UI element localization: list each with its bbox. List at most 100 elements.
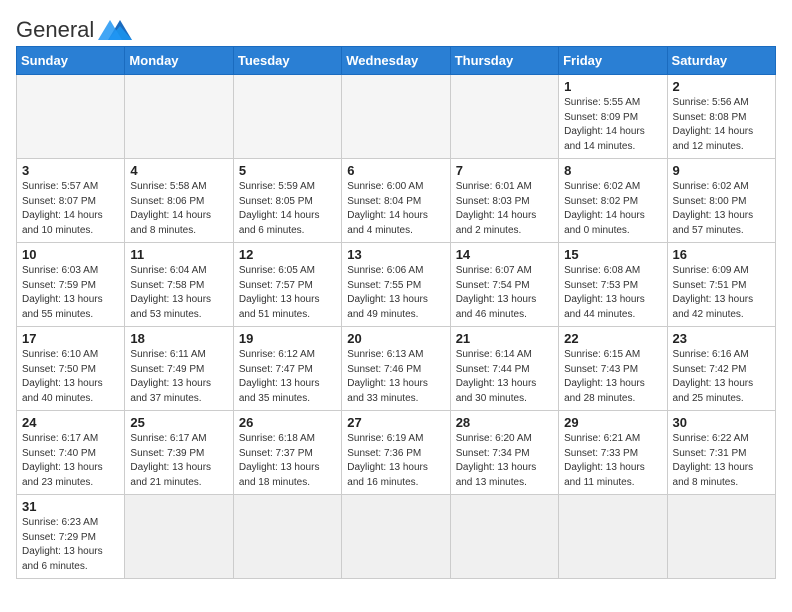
day-number: 1 (564, 79, 661, 94)
day-number: 30 (673, 415, 770, 430)
day-info: Sunrise: 6:03 AMSunset: 7:59 PMDaylight:… (22, 264, 119, 322)
day-info: Sunrise: 6:18 AMSunset: 7:37 PMDaylight:… (239, 432, 336, 490)
day-number: 14 (456, 247, 553, 262)
day-cell: 7 Sunrise: 6:01 AMSunset: 8:03 PMDaylight… (450, 159, 558, 243)
day-cell: 1Sunrise: 5:55 AMSunset: 8:09 PMDaylight… (559, 75, 667, 159)
day-info: Sunrise: 6:13 AMSunset: 7:46 PMDaylight:… (347, 348, 444, 406)
day-cell: 4Sunrise: 5:58 AMSunset: 8:06 PMDaylight… (125, 159, 233, 243)
col-header-tuesday: Tuesday (233, 47, 341, 75)
day-info: Sunrise: 5:57 AMSunset: 8:07 PMDaylight:… (22, 180, 119, 238)
day-info: Sunrise: 5:59 AMSunset: 8:05 PMDaylight:… (239, 180, 336, 238)
day-number: 11 (130, 247, 227, 262)
day-info: Sunrise: 5:56 AMSunset: 8:08 PMDaylight:… (673, 96, 770, 154)
day-cell: 9Sunrise: 6:02 AMSunset: 8:00 PMDaylight… (667, 159, 775, 243)
col-header-wednesday: Wednesday (342, 47, 450, 75)
day-cell: 16 Sunrise: 6:09 AMSunset: 7:51 PMDayligh… (667, 243, 775, 327)
day-number: 7 (456, 163, 553, 178)
logo-general: General (16, 17, 94, 43)
day-info: Sunrise: 6:06 AMSunset: 7:55 PMDaylight:… (347, 264, 444, 322)
day-info: Sunrise: 6:17 AMSunset: 7:40 PMDaylight:… (22, 432, 119, 490)
week-row-3: 10 Sunrise: 6:03 AMSunset: 7:59 PMDayligh… (17, 243, 776, 327)
day-cell (342, 495, 450, 579)
day-cell: 3 Sunrise: 5:57 AMSunset: 8:07 PMDaylight… (17, 159, 125, 243)
day-number: 25 (130, 415, 227, 430)
day-cell (450, 75, 558, 159)
day-info: Sunrise: 5:58 AMSunset: 8:06 PMDaylight:… (130, 180, 227, 238)
day-info: Sunrise: 6:22 AMSunset: 7:31 PMDaylight:… (673, 432, 770, 490)
page-header: General (16, 16, 776, 38)
day-info: Sunrise: 6:21 AMSunset: 7:33 PMDaylight:… (564, 432, 661, 490)
day-number: 21 (456, 331, 553, 346)
day-info: Sunrise: 6:04 AMSunset: 7:58 PMDaylight:… (130, 264, 227, 322)
day-cell: 22 Sunrise: 6:15 AMSunset: 7:43 PMDayligh… (559, 327, 667, 411)
day-number: 10 (22, 247, 119, 262)
day-cell: 31 Sunrise: 6:23 AMSunset: 7:29 PMDayligh… (17, 495, 125, 579)
day-info: Sunrise: 6:01 AMSunset: 8:03 PMDaylight:… (456, 180, 553, 238)
day-number: 3 (22, 163, 119, 178)
day-info: Sunrise: 6:23 AMSunset: 7:29 PMDaylight:… (22, 516, 119, 574)
day-cell: 12 Sunrise: 6:05 AMSunset: 7:57 PMDayligh… (233, 243, 341, 327)
day-cell: 8Sunrise: 6:02 AMSunset: 8:02 PMDaylight… (559, 159, 667, 243)
day-cell (125, 495, 233, 579)
day-cell: 11 Sunrise: 6:04 AMSunset: 7:58 PMDayligh… (125, 243, 233, 327)
day-cell: 5 Sunrise: 5:59 AMSunset: 8:05 PMDaylight… (233, 159, 341, 243)
day-number: 26 (239, 415, 336, 430)
week-row-2: 3 Sunrise: 5:57 AMSunset: 8:07 PMDaylight… (17, 159, 776, 243)
day-number: 5 (239, 163, 336, 178)
day-number: 15 (564, 247, 661, 262)
day-number: 31 (22, 499, 119, 514)
day-cell: 28Sunrise: 6:20 AMSunset: 7:34 PMDayligh… (450, 411, 558, 495)
day-number: 17 (22, 331, 119, 346)
calendar-header-row: SundayMondayTuesdayWednesdayThursdayFrid… (17, 47, 776, 75)
day-cell: 25 Sunrise: 6:17 AMSunset: 7:39 PMDayligh… (125, 411, 233, 495)
day-cell: 2 Sunrise: 5:56 AMSunset: 8:08 PMDaylight… (667, 75, 775, 159)
day-number: 19 (239, 331, 336, 346)
day-cell: 21 Sunrise: 6:14 AMSunset: 7:44 PMDayligh… (450, 327, 558, 411)
day-info: Sunrise: 6:14 AMSunset: 7:44 PMDaylight:… (456, 348, 553, 406)
day-info: Sunrise: 6:12 AMSunset: 7:47 PMDaylight:… (239, 348, 336, 406)
day-number: 24 (22, 415, 119, 430)
day-info: Sunrise: 6:09 AMSunset: 7:51 PMDaylight:… (673, 264, 770, 322)
day-cell (233, 495, 341, 579)
day-info: Sunrise: 6:05 AMSunset: 7:57 PMDaylight:… (239, 264, 336, 322)
col-header-thursday: Thursday (450, 47, 558, 75)
day-cell (667, 495, 775, 579)
day-info: Sunrise: 6:15 AMSunset: 7:43 PMDaylight:… (564, 348, 661, 406)
day-cell (233, 75, 341, 159)
day-number: 6 (347, 163, 444, 178)
day-cell (125, 75, 233, 159)
day-cell: 6 Sunrise: 6:00 AMSunset: 8:04 PMDaylight… (342, 159, 450, 243)
day-number: 27 (347, 415, 444, 430)
col-header-saturday: Saturday (667, 47, 775, 75)
day-info: Sunrise: 6:08 AMSunset: 7:53 PMDaylight:… (564, 264, 661, 322)
day-cell: 27Sunrise: 6:19 AMSunset: 7:36 PMDayligh… (342, 411, 450, 495)
day-cell: 20 Sunrise: 6:13 AMSunset: 7:46 PMDayligh… (342, 327, 450, 411)
day-cell (342, 75, 450, 159)
day-cell: 15 Sunrise: 6:08 AMSunset: 7:53 PMDayligh… (559, 243, 667, 327)
week-row-4: 17Sunrise: 6:10 AMSunset: 7:50 PMDayligh… (17, 327, 776, 411)
col-header-monday: Monday (125, 47, 233, 75)
day-cell: 18Sunrise: 6:11 AMSunset: 7:49 PMDayligh… (125, 327, 233, 411)
week-row-6: 31 Sunrise: 6:23 AMSunset: 7:29 PMDayligh… (17, 495, 776, 579)
calendar-body: 1Sunrise: 5:55 AMSunset: 8:09 PMDaylight… (17, 75, 776, 579)
day-info: Sunrise: 6:00 AMSunset: 8:04 PMDaylight:… (347, 180, 444, 238)
day-cell: 29 Sunrise: 6:21 AMSunset: 7:33 PMDayligh… (559, 411, 667, 495)
day-cell (17, 75, 125, 159)
day-cell: 26 Sunrise: 6:18 AMSunset: 7:37 PMDayligh… (233, 411, 341, 495)
day-info: Sunrise: 6:20 AMSunset: 7:34 PMDaylight:… (456, 432, 553, 490)
day-number: 2 (673, 79, 770, 94)
day-cell: 10 Sunrise: 6:03 AMSunset: 7:59 PMDayligh… (17, 243, 125, 327)
day-number: 16 (673, 247, 770, 262)
calendar-table: SundayMondayTuesdayWednesdayThursdayFrid… (16, 46, 776, 579)
day-cell: 17Sunrise: 6:10 AMSunset: 7:50 PMDayligh… (17, 327, 125, 411)
day-info: Sunrise: 6:17 AMSunset: 7:39 PMDaylight:… (130, 432, 227, 490)
day-number: 12 (239, 247, 336, 262)
day-number: 20 (347, 331, 444, 346)
day-number: 29 (564, 415, 661, 430)
day-number: 22 (564, 331, 661, 346)
day-number: 13 (347, 247, 444, 262)
col-header-friday: Friday (559, 47, 667, 75)
day-info: Sunrise: 6:02 AMSunset: 8:02 PMDaylight:… (564, 180, 661, 238)
day-number: 18 (130, 331, 227, 346)
day-number: 9 (673, 163, 770, 178)
